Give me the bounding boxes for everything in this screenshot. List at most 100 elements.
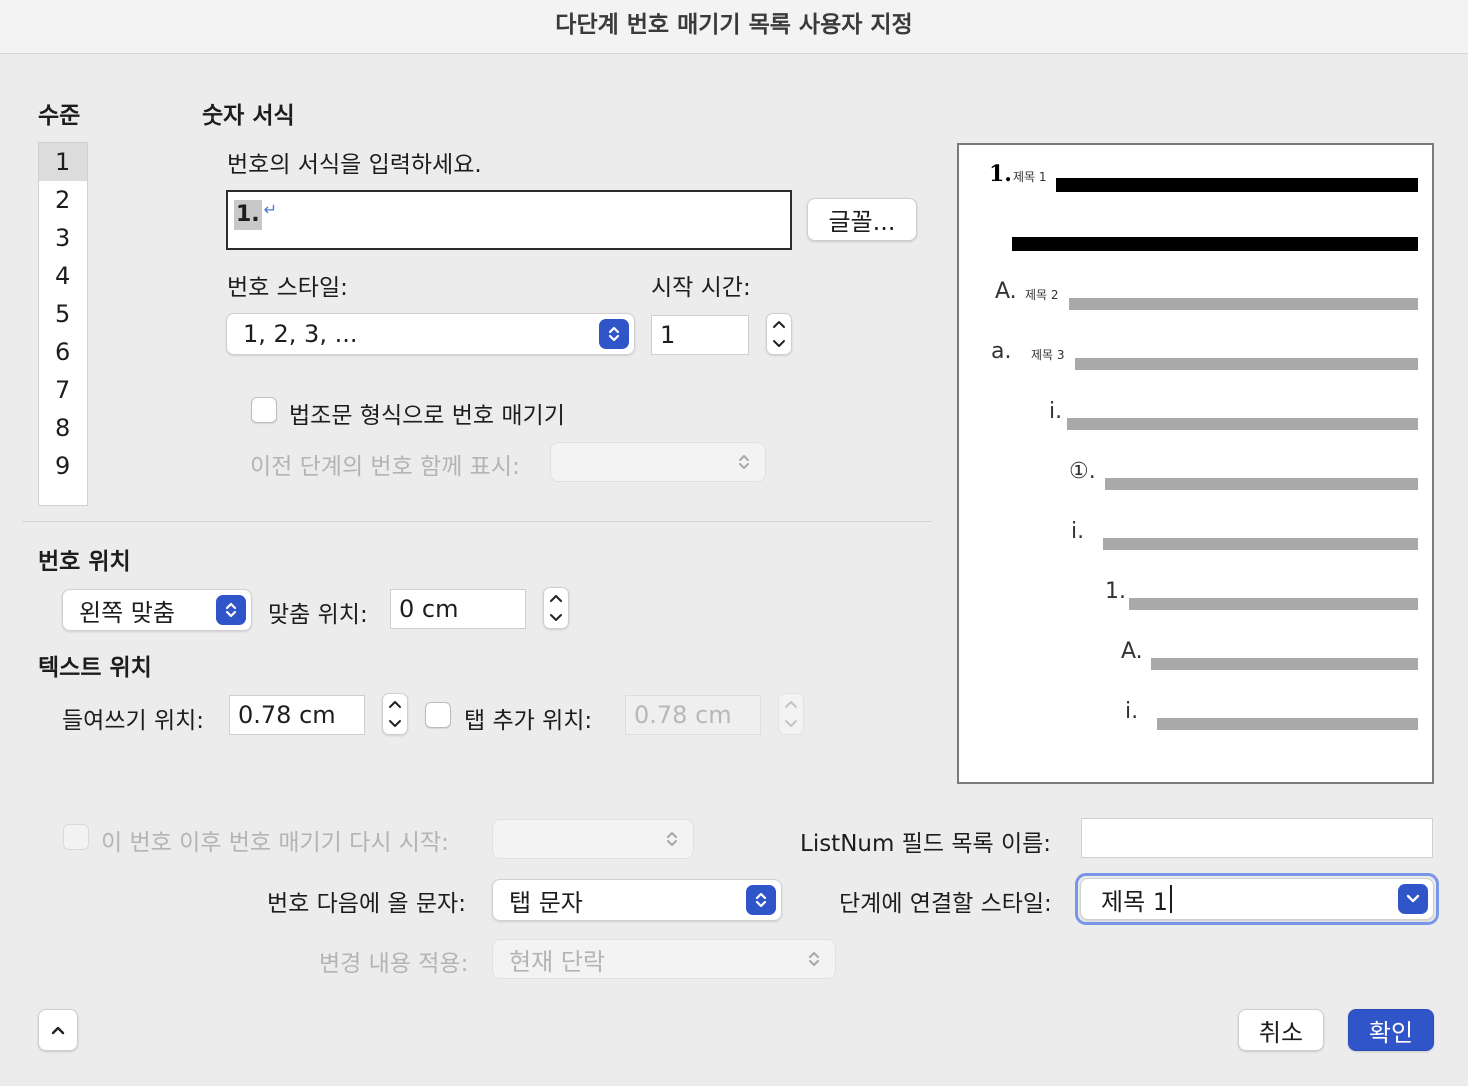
alignment-value: 왼쪽 맞춤: [79, 598, 175, 627]
chevron-up-icon[interactable]: [784, 699, 798, 709]
chevron-down-icon[interactable]: [784, 719, 798, 729]
level-item[interactable]: 3: [39, 219, 87, 257]
restart-numbering-checkbox[interactable]: [63, 824, 89, 850]
follow-number-popup[interactable]: 탭 문자: [492, 879, 782, 921]
indent-at-input[interactable]: 0.78 cm: [229, 695, 365, 735]
level-item[interactable]: 1: [39, 143, 87, 181]
text-caret: [1170, 885, 1173, 913]
paragraph-mark-icon: ↵: [263, 200, 278, 219]
start-at-input[interactable]: 1: [651, 315, 749, 355]
number-format-input[interactable]: 1. ↵: [226, 190, 792, 250]
number-position-heading: 번호 위치: [38, 549, 131, 575]
add-tab-label: 탭 추가 위치:: [464, 708, 593, 734]
format-value: 1.: [234, 200, 262, 230]
follow-number-value: 탭 문자: [509, 888, 583, 917]
preview-bar: [1069, 298, 1418, 310]
preview-number: A.: [995, 279, 1017, 304]
legal-style-label: 법조문 형식으로 번호 매기기: [289, 403, 565, 429]
chevron-down-icon[interactable]: [388, 719, 402, 729]
cancel-button[interactable]: 취소: [1238, 1009, 1324, 1051]
restart-numbering-label: 이 번호 이후 번호 매기기 다시 시작:: [101, 830, 449, 856]
apply-changes-label: 변경 내용 적용:: [319, 951, 469, 977]
level-item[interactable]: 9: [39, 447, 87, 485]
up-down-chevron-icon: [661, 826, 683, 852]
preview-label: 제목 3: [1031, 348, 1065, 362]
indent-at-label: 들여쓰기 위치:: [62, 708, 205, 734]
apply-changes-value: 현재 단락: [509, 947, 605, 976]
preview-number: i.: [1125, 699, 1139, 724]
number-style-label: 번호 스타일:: [227, 275, 348, 301]
apply-changes-popup[interactable]: 현재 단락: [492, 939, 836, 979]
chevron-down-icon[interactable]: [1398, 884, 1428, 914]
preview-label: 제목 1: [1013, 170, 1047, 184]
number-style-value: 1, 2, 3, ...: [243, 320, 358, 348]
legal-style-checkbox[interactable]: [251, 397, 277, 423]
ok-button[interactable]: 확인: [1348, 1009, 1434, 1051]
level-item[interactable]: 5: [39, 295, 87, 333]
text-position-heading: 텍스트 위치: [38, 655, 152, 681]
add-tab-checkbox[interactable]: [425, 702, 451, 728]
preview-bar: [1056, 178, 1418, 192]
chevron-up-icon[interactable]: [549, 593, 563, 603]
include-level-label: 이전 단계의 번호 함께 표시:: [250, 454, 520, 480]
preview-label: 제목 2: [1025, 288, 1059, 302]
chevron-down-icon[interactable]: [549, 613, 563, 623]
add-tab-stepper[interactable]: [778, 693, 804, 735]
window-title: 다단계 번호 매기기 목록 사용자 지정: [0, 0, 1468, 54]
level-item[interactable]: 2: [39, 181, 87, 219]
preview-bar: [1105, 478, 1418, 490]
preview-pane: 1. 제목 1 A. 제목 2 a. 제목 3 i. ①. i. 1. A. i…: [957, 143, 1434, 784]
restart-numbering-popup[interactable]: [492, 819, 694, 859]
aligned-at-label: 맞춤 위치:: [268, 602, 368, 628]
section-divider: [22, 521, 932, 522]
link-style-combobox[interactable]: 제목 1: [1080, 878, 1434, 920]
preview-bar: [1067, 418, 1418, 430]
chevron-up-icon: [51, 1026, 65, 1035]
indent-at-stepper[interactable]: [382, 693, 408, 735]
number-style-popup[interactable]: 1, 2, 3, ...: [226, 313, 635, 355]
preview-number: a.: [991, 339, 1012, 364]
up-down-chevron-icon: [733, 449, 755, 475]
level-item[interactable]: 8: [39, 409, 87, 447]
aligned-at-input[interactable]: 0 cm: [390, 589, 526, 629]
start-at-label: 시작 시간:: [651, 275, 751, 301]
follow-number-label: 번호 다음에 올 문자:: [267, 891, 466, 917]
alignment-popup[interactable]: 왼쪽 맞춤: [62, 589, 252, 631]
level-item[interactable]: 6: [39, 333, 87, 371]
preview-bar: [1157, 718, 1418, 730]
collapse-button[interactable]: [38, 1009, 78, 1051]
preview-number: i.: [1049, 399, 1063, 424]
preview-bar: [1075, 358, 1418, 370]
font-button[interactable]: 글꼴...: [807, 198, 917, 241]
level-item[interactable]: 7: [39, 371, 87, 409]
listnum-name-input[interactable]: [1081, 818, 1433, 858]
chevron-up-icon[interactable]: [388, 699, 402, 709]
preview-number: ①.: [1069, 459, 1096, 484]
link-style-value: 제목 1: [1101, 887, 1169, 916]
level-item[interactable]: 4: [39, 257, 87, 295]
start-at-stepper[interactable]: [766, 313, 792, 355]
chevron-up-icon[interactable]: [772, 319, 786, 329]
up-down-chevron-icon: [599, 319, 629, 349]
up-down-chevron-icon: [803, 946, 825, 972]
aligned-at-stepper[interactable]: [543, 587, 569, 629]
up-down-chevron-icon: [746, 885, 776, 915]
preview-number: A.: [1121, 639, 1143, 664]
listnum-name-label: ListNum 필드 목록 이름:: [800, 831, 1052, 857]
preview-bar: [1129, 598, 1418, 610]
up-down-chevron-icon: [216, 595, 246, 625]
link-style-label: 단계에 연결할 스타일:: [839, 891, 1052, 917]
preview-bar: [1012, 237, 1418, 251]
level-list: 1 2 3 4 5 6 7 8 9: [38, 142, 88, 506]
preview-number: i.: [1071, 519, 1085, 544]
level-heading: 수준: [38, 103, 81, 129]
preview-bar: [1151, 658, 1418, 670]
preview-number: 1.: [989, 161, 1012, 187]
format-prompt: 번호의 서식을 입력하세요.: [227, 152, 482, 178]
preview-bar: [1103, 538, 1418, 550]
preview-number: 1.: [1105, 579, 1126, 604]
add-tab-input[interactable]: 0.78 cm: [625, 695, 761, 735]
include-level-popup[interactable]: [550, 442, 766, 482]
number-format-heading: 숫자 서식: [202, 103, 295, 129]
chevron-down-icon[interactable]: [772, 339, 786, 349]
